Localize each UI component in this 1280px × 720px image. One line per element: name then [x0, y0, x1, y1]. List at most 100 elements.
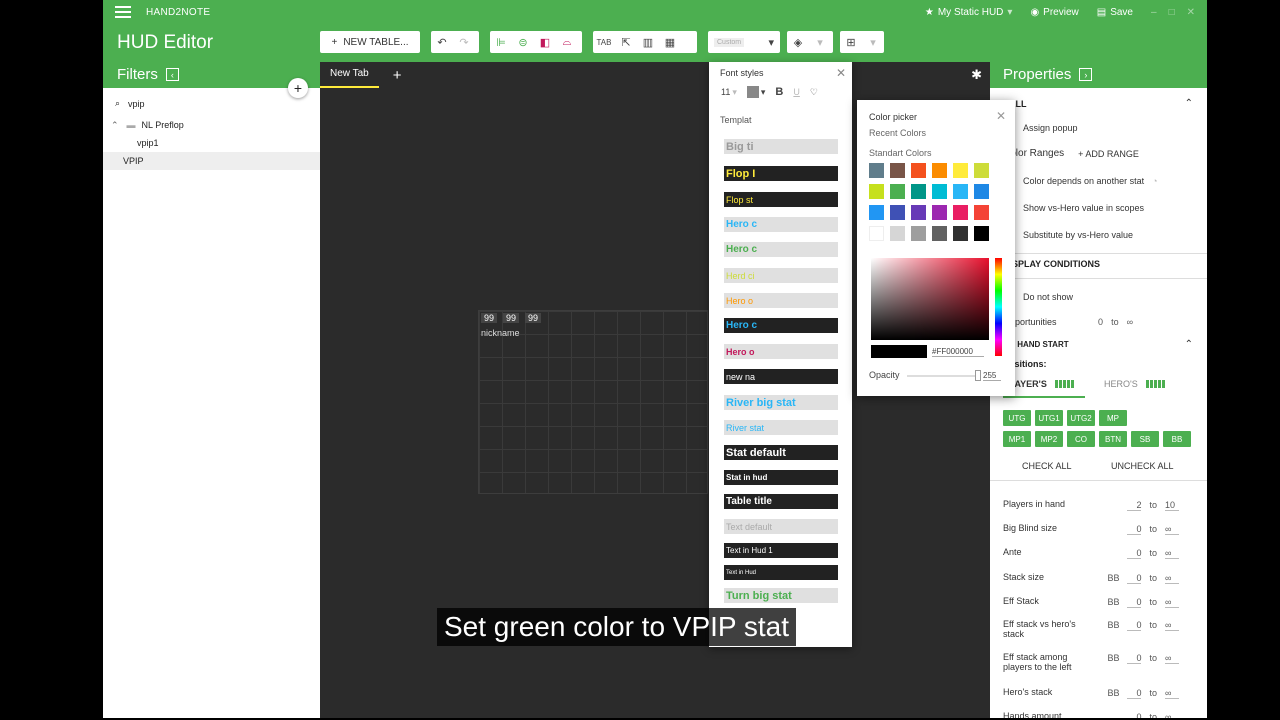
redo-icon[interactable]: ↷: [453, 36, 475, 49]
menu-icon[interactable]: [115, 6, 131, 18]
uncheck-all-button[interactable]: UNCHECK ALL: [1111, 461, 1174, 471]
opportunities-to[interactable]: ∞: [1127, 317, 1133, 327]
heart-icon[interactable]: ♡: [810, 87, 818, 98]
color-depends-row[interactable]: Color depends on another stat ◔: [1003, 175, 1158, 187]
template-item[interactable]: Table title: [724, 494, 838, 509]
hue-slider[interactable]: [995, 258, 1002, 356]
range-to-input[interactable]: ∞: [1165, 620, 1179, 631]
close-icon[interactable]: ✕: [836, 66, 846, 80]
tree-item[interactable]: VPIP: [103, 152, 320, 170]
range-to-input[interactable]: ∞: [1165, 688, 1179, 699]
template-item[interactable]: Hero o: [724, 344, 838, 359]
new-table-button[interactable]: + NEW TABLE...: [320, 31, 420, 53]
hud-selector[interactable]: ★ My Static HUD ▾: [925, 7, 1013, 18]
split-icon[interactable]: ▦: [659, 36, 681, 49]
opacity-slider[interactable]: [907, 375, 977, 377]
heros-tab[interactable]: HERO'S: [1104, 379, 1165, 389]
color-swatch[interactable]: [953, 205, 968, 220]
check-all-button[interactable]: CHECK ALL: [1022, 461, 1072, 471]
color-swatch[interactable]: [911, 184, 926, 199]
color-swatch[interactable]: [974, 163, 989, 178]
range-to-input[interactable]: ∞: [1165, 712, 1179, 718]
align-left-icon[interactable]: ⊫: [490, 36, 512, 49]
color-swatch[interactable]: [911, 163, 926, 178]
collapse-right-icon[interactable]: ›: [1079, 68, 1093, 81]
fill-color-icon[interactable]: ◈: [787, 36, 809, 49]
color-gradient[interactable]: [871, 258, 989, 340]
undo-icon[interactable]: ↶: [431, 36, 453, 49]
color-swatch[interactable]: [974, 184, 989, 199]
range-to-input[interactable]: ∞: [1165, 548, 1179, 559]
color-swatch[interactable]: [953, 163, 968, 178]
color-swatch[interactable]: [890, 226, 905, 241]
color-swatch[interactable]: [932, 205, 947, 220]
template-item[interactable]: Herd ci: [724, 268, 838, 283]
template-item[interactable]: Hero c: [724, 217, 838, 232]
close-icon[interactable]: ✕: [1187, 7, 1195, 18]
hud-nickname[interactable]: nickname: [481, 328, 520, 338]
substitute-row[interactable]: ✓Substitute by vs-Hero value: [1003, 229, 1133, 241]
template-item[interactable]: Turn big stat: [724, 588, 838, 603]
search-input[interactable]: vpip: [128, 99, 145, 109]
template-item[interactable]: Hero o: [724, 293, 838, 308]
add-range-button[interactable]: + ADD RANGE: [1078, 149, 1139, 159]
align-center-icon[interactable]: ⊜: [512, 36, 534, 49]
chevron-down-icon[interactable]: ▾: [862, 36, 884, 49]
range-from-input[interactable]: 0: [1127, 597, 1142, 608]
opportunities-from[interactable]: 0: [1098, 317, 1103, 327]
hat-icon[interactable]: ⌓: [556, 36, 578, 49]
position-toggle-mp1[interactable]: MP1: [1003, 431, 1031, 447]
color-swatch[interactable]: [869, 205, 884, 220]
font-size-select[interactable]: 11: [721, 87, 730, 97]
font-select[interactable]: Custom ▾: [708, 31, 780, 53]
chevron-down-icon[interactable]: ▾: [761, 87, 766, 98]
show-vs-row[interactable]: ✓Show vs-Hero value in scopes: [1003, 202, 1144, 214]
position-toggle-sb[interactable]: SB: [1131, 431, 1159, 447]
template-item[interactable]: Text default: [724, 519, 838, 534]
resize-icon[interactable]: ⇱: [615, 36, 637, 49]
hex-input[interactable]: #FF000000: [932, 347, 984, 357]
range-to-input[interactable]: ∞: [1165, 597, 1179, 608]
color-swatch[interactable]: [974, 205, 989, 220]
range-from-input[interactable]: 2: [1127, 500, 1142, 511]
tree-item[interactable]: vpip1: [103, 134, 320, 152]
position-toggle-btn[interactable]: BTN: [1099, 431, 1127, 447]
position-toggle-mp[interactable]: MP: [1099, 410, 1127, 426]
underline-icon[interactable]: U: [793, 87, 800, 97]
range-from-input[interactable]: 0: [1127, 620, 1142, 631]
template-item[interactable]: Big ti: [724, 139, 838, 154]
color-swatch[interactable]: [890, 205, 905, 220]
color-swatch[interactable]: [890, 163, 905, 178]
chevron-down-icon[interactable]: ▾: [809, 36, 831, 49]
hud-stat[interactable]: 99: [481, 313, 498, 323]
template-item[interactable]: Text in Hud: [724, 565, 838, 580]
color-swatch[interactable]: [974, 226, 989, 241]
template-item[interactable]: Hero c: [724, 318, 838, 333]
gear-icon[interactable]: ✱: [971, 67, 982, 83]
hud-preview[interactable]: 99 99 99 nickname: [478, 310, 708, 494]
add-filter-button[interactable]: +: [288, 78, 308, 98]
range-from-input[interactable]: 0: [1127, 712, 1141, 718]
template-item[interactable]: Hero c: [724, 242, 838, 257]
position-toggle-bb[interactable]: BB: [1163, 431, 1191, 447]
color-swatch[interactable]: [869, 184, 884, 199]
range-to-input[interactable]: ∞: [1165, 573, 1179, 584]
template-item[interactable]: Flop st: [724, 192, 838, 207]
border-icon[interactable]: ⊞: [840, 36, 862, 49]
position-toggle-mp2[interactable]: MP2: [1035, 431, 1063, 447]
position-toggle-utg2[interactable]: UTG2: [1067, 410, 1095, 426]
range-from-input[interactable]: 0: [1127, 548, 1142, 559]
range-from-input[interactable]: 0: [1127, 688, 1142, 699]
template-item[interactable]: Flop I: [724, 166, 838, 181]
position-toggle-co[interactable]: CO: [1067, 431, 1095, 447]
template-item[interactable]: Text in Hud 1: [724, 543, 838, 558]
color-swatch[interactable]: [890, 184, 905, 199]
range-to-input[interactable]: ∞: [1165, 524, 1179, 535]
range-from-input[interactable]: 0: [1127, 653, 1142, 664]
tab-icon[interactable]: TAB: [593, 38, 615, 47]
tree-item[interactable]: ⌃ ▬ NL Preflop: [103, 116, 320, 134]
minimize-icon[interactable]: –: [1151, 7, 1157, 18]
template-item[interactable]: Stat in hud: [724, 470, 838, 485]
color-swatch[interactable]: [953, 226, 968, 241]
columns-icon[interactable]: ▥: [637, 36, 659, 49]
